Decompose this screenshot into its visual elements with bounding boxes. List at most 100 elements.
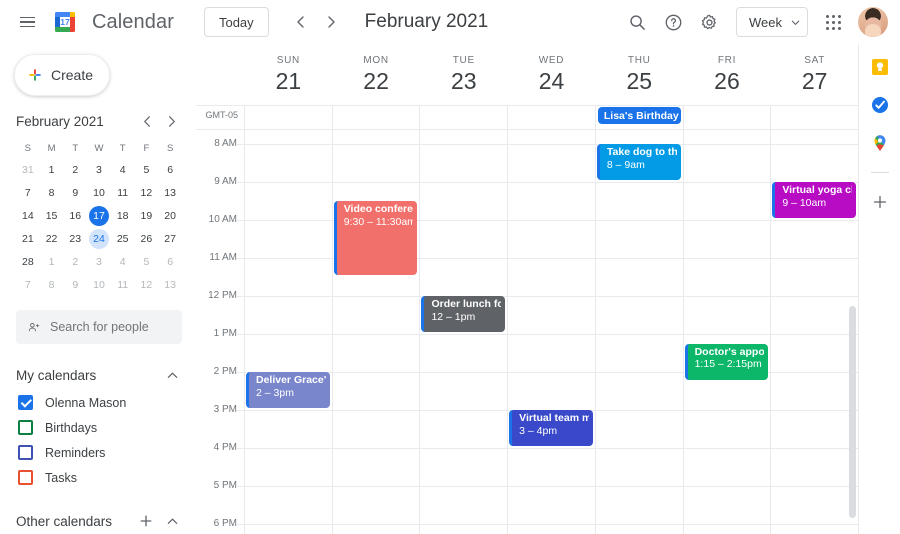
my-calendar-item[interactable]: Tasks bbox=[0, 465, 196, 490]
day-header-date[interactable]: 25 bbox=[626, 67, 652, 95]
add-addon-button[interactable] bbox=[869, 191, 891, 213]
mini-calendar-next-button[interactable] bbox=[160, 110, 182, 132]
day-header-date[interactable]: 21 bbox=[276, 67, 302, 95]
my-calendar-checkbox[interactable] bbox=[18, 395, 33, 410]
mini-calendar-day[interactable]: 13 bbox=[158, 181, 182, 204]
mini-calendar-day[interactable]: 16 bbox=[63, 204, 87, 227]
vertical-scrollbar[interactable] bbox=[849, 306, 856, 518]
mini-calendar-day[interactable]: 2 bbox=[63, 250, 87, 273]
day-column[interactable]: Doctor's appointment1:15 – 2:15pm bbox=[683, 130, 771, 534]
day-header-date[interactable]: 23 bbox=[451, 67, 477, 95]
mini-calendar-day[interactable]: 3 bbox=[87, 250, 111, 273]
mini-calendar-day[interactable]: 10 bbox=[87, 181, 111, 204]
day-header[interactable]: WED24 bbox=[507, 44, 595, 105]
mini-calendar-day[interactable]: 23 bbox=[63, 227, 87, 250]
day-header[interactable]: THU25 bbox=[595, 44, 683, 105]
mini-calendar-day[interactable]: 6 bbox=[158, 158, 182, 181]
mini-calendar-day[interactable]: 25 bbox=[111, 227, 135, 250]
search-button[interactable] bbox=[620, 5, 654, 39]
mini-calendar-day[interactable]: 9 bbox=[63, 181, 87, 204]
my-calendar-checkbox[interactable] bbox=[18, 420, 33, 435]
my-calendars-collapse-button[interactable] bbox=[160, 363, 184, 387]
mini-calendar-day[interactable]: 12 bbox=[135, 273, 159, 296]
mini-calendar-day[interactable]: 20 bbox=[158, 204, 182, 227]
mini-calendar-day[interactable]: 7 bbox=[16, 181, 40, 204]
mini-calendar-day[interactable]: 28 bbox=[16, 250, 40, 273]
settings-button[interactable] bbox=[692, 5, 726, 39]
my-calendar-checkbox[interactable] bbox=[18, 470, 33, 485]
mini-calendar-day[interactable]: 4 bbox=[111, 158, 135, 181]
previous-period-button[interactable] bbox=[287, 8, 315, 36]
day-header-date[interactable]: 27 bbox=[802, 67, 828, 95]
day-column[interactable]: Order lunch for our team12 – 1pm bbox=[419, 130, 507, 534]
mini-calendar-day[interactable]: 22 bbox=[40, 227, 64, 250]
mini-calendar-day[interactable]: 24 bbox=[87, 227, 111, 250]
mini-calendar-day[interactable]: 1 bbox=[40, 250, 64, 273]
my-calendar-item[interactable]: Reminders bbox=[0, 440, 196, 465]
my-calendars-header[interactable]: My calendars bbox=[0, 360, 196, 390]
mini-calendar-day[interactable]: 1 bbox=[40, 158, 64, 181]
calendar-event[interactable]: Virtual yoga class9 – 10am bbox=[772, 182, 856, 218]
tasks-icon[interactable] bbox=[869, 94, 891, 116]
mini-calendar-day[interactable]: 6 bbox=[158, 250, 182, 273]
other-calendars-header[interactable]: Other calendars bbox=[0, 506, 196, 534]
mini-calendar-day[interactable]: 18 bbox=[111, 204, 135, 227]
all-day-cell[interactable]: Lisa's Birthday bbox=[595, 106, 683, 129]
calendar-event[interactable]: Deliver Grace's gift2 – 3pm bbox=[246, 372, 330, 408]
all-day-cell[interactable] bbox=[770, 106, 858, 129]
main-menu-button[interactable] bbox=[10, 5, 44, 39]
all-day-cell[interactable] bbox=[419, 106, 507, 129]
mini-calendar-day[interactable]: 27 bbox=[158, 227, 182, 250]
mini-calendar-day[interactable]: 19 bbox=[135, 204, 159, 227]
day-header-date[interactable]: 24 bbox=[539, 67, 565, 95]
add-other-calendar-button[interactable] bbox=[134, 509, 158, 533]
day-header[interactable]: TUE23 bbox=[419, 44, 507, 105]
mini-calendar-day[interactable]: 11 bbox=[111, 181, 135, 204]
search-for-people-input[interactable] bbox=[50, 320, 170, 334]
day-column[interactable]: Deliver Grace's gift2 – 3pm bbox=[244, 130, 332, 534]
mini-calendar-prev-button[interactable] bbox=[136, 110, 158, 132]
mini-calendar-day[interactable]: 15 bbox=[40, 204, 64, 227]
next-period-button[interactable] bbox=[317, 8, 345, 36]
calendar-event[interactable]: Take dog to the vet8 – 9am bbox=[597, 144, 681, 180]
mini-calendar-day[interactable]: 12 bbox=[135, 181, 159, 204]
day-header[interactable]: SUN21 bbox=[244, 44, 332, 105]
mini-calendar-day[interactable]: 2 bbox=[63, 158, 87, 181]
all-day-cell[interactable] bbox=[507, 106, 595, 129]
day-column[interactable]: Virtual yoga class9 – 10am bbox=[770, 130, 858, 534]
day-header-date[interactable]: 22 bbox=[363, 67, 389, 95]
all-day-cell[interactable] bbox=[244, 106, 332, 129]
day-header[interactable]: MON22 bbox=[332, 44, 420, 105]
maps-icon[interactable] bbox=[869, 132, 891, 154]
my-calendar-checkbox[interactable] bbox=[18, 445, 33, 460]
my-calendar-item[interactable]: Olenna Mason bbox=[0, 390, 196, 415]
calendar-event[interactable]: Virtual team meeting3 – 4pm bbox=[509, 410, 593, 446]
day-header[interactable]: SAT27 bbox=[770, 44, 858, 105]
mini-calendar-day[interactable]: 14 bbox=[16, 204, 40, 227]
day-column[interactable]: Virtual team meeting3 – 4pm bbox=[507, 130, 595, 534]
avatar[interactable] bbox=[858, 7, 888, 37]
mini-calendar-day[interactable]: 21 bbox=[16, 227, 40, 250]
day-column[interactable]: Video conference9:30 – 11:30am bbox=[332, 130, 420, 534]
mini-calendar-day[interactable]: 8 bbox=[40, 273, 64, 296]
calendar-event[interactable]: Order lunch for our team12 – 1pm bbox=[421, 296, 505, 332]
mini-calendar-day[interactable]: 13 bbox=[158, 273, 182, 296]
mini-calendar-day[interactable]: 10 bbox=[87, 273, 111, 296]
calendar-logo-icon[interactable]: 17 bbox=[52, 9, 78, 35]
help-button[interactable] bbox=[656, 5, 690, 39]
day-column[interactable]: Take dog to the vet8 – 9am bbox=[595, 130, 683, 534]
keep-icon[interactable] bbox=[869, 56, 891, 78]
other-calendars-collapse-button[interactable] bbox=[160, 509, 184, 533]
all-day-event[interactable]: Lisa's Birthday bbox=[598, 107, 681, 124]
today-button[interactable]: Today bbox=[204, 7, 269, 37]
mini-calendar-day[interactable]: 31 bbox=[16, 158, 40, 181]
mini-calendar-day[interactable]: 7 bbox=[16, 273, 40, 296]
day-header-date[interactable]: 26 bbox=[714, 67, 740, 95]
mini-calendar-day[interactable]: 11 bbox=[111, 273, 135, 296]
search-for-people[interactable] bbox=[16, 310, 182, 344]
mini-calendar-day[interactable]: 8 bbox=[40, 181, 64, 204]
mini-calendar-day[interactable]: 3 bbox=[87, 158, 111, 181]
create-button[interactable]: Create bbox=[14, 54, 110, 96]
mini-calendar-day[interactable]: 5 bbox=[135, 158, 159, 181]
time-grid-scroll[interactable]: 8 AM9 AM10 AM11 AM12 PM1 PM2 PM3 PM4 PM5… bbox=[196, 130, 858, 534]
